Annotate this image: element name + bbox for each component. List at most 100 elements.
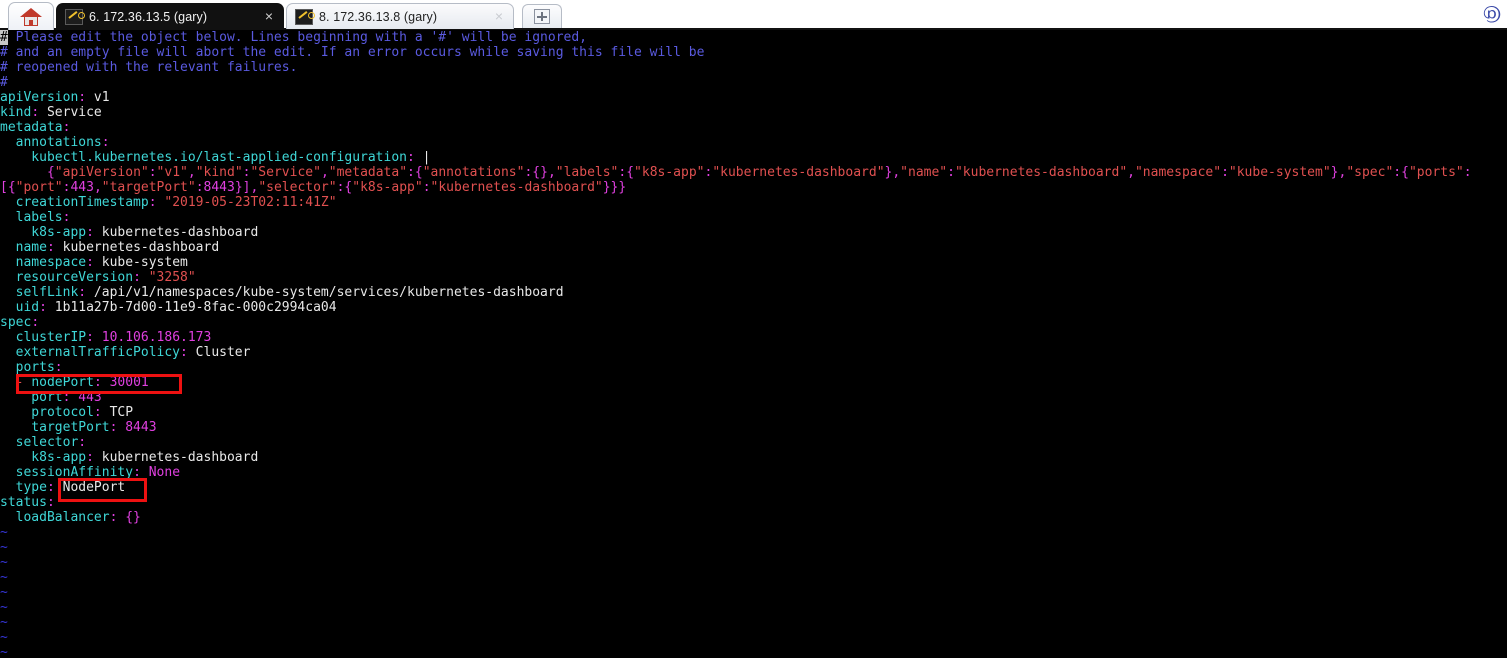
text-span: apiVersion [0, 90, 79, 105]
editor-line: # Please edit the object below. Lines be… [0, 30, 587, 45]
text-span: { [46, 165, 55, 180]
vim-tilde-line: ~ [0, 555, 8, 570]
tab-session-2[interactable]: 8. 172.36.13.8 (gary) × [286, 3, 514, 29]
tab-title: 6. 172.36.13.5 (gary) [89, 9, 208, 24]
text-span: 10.106.186.173 [101, 330, 212, 345]
text-span: | [414, 150, 431, 165]
editor-line: metadata: [0, 120, 70, 135]
close-icon[interactable]: × [265, 8, 273, 24]
text-span: port [0, 390, 63, 405]
editor-line: type: NodePort [0, 480, 126, 495]
text-span: : [947, 165, 955, 180]
text-span: # [0, 75, 8, 90]
vim-tilde-line: ~ [0, 525, 8, 540]
text-span: clusterIP [0, 330, 87, 345]
text-span: "Service" [250, 165, 321, 180]
text-span: # [0, 30, 8, 45]
tab-title: 8. 172.36.13.8 (gary) [319, 9, 438, 24]
editor-line: [{"port":443,"targetPort":8443}],"select… [0, 180, 626, 195]
text-span: "spec" [1346, 165, 1394, 180]
text-span: : [1463, 165, 1472, 180]
text-span: # reopened with the relevant failures. [0, 60, 298, 75]
text-span: k8s-app [0, 450, 87, 465]
text-span: kind [0, 105, 32, 120]
text-span [141, 270, 149, 285]
text-span: : [78, 90, 87, 105]
home-icon [20, 7, 42, 27]
text-span: "kubernetes-dashboard" [954, 165, 1128, 180]
vim-tilde-line: ~ [0, 570, 8, 585]
editor-line: creationTimestamp: "2019-05-23T02:11:41Z… [0, 195, 337, 210]
text-span: {} [532, 165, 548, 180]
editor-line: kind: Service [0, 105, 102, 120]
text-span: { [626, 165, 635, 180]
text-span: "labels" [555, 165, 619, 180]
text-span: selfLink [0, 285, 79, 300]
editor-line: name: kubernetes-dashboard [0, 240, 220, 255]
vim-tilde-line: ~ [0, 540, 8, 555]
text-span: 30001 [109, 375, 149, 390]
editor-line: {"apiVersion":"v1","kind":"Service","met… [0, 165, 1472, 180]
text-span: "kubernetes-dashboard" [712, 165, 885, 180]
text-span: : [422, 180, 431, 195]
editor-line: loadBalancer: {} [0, 510, 141, 525]
text-span: externalTrafficPolicy [0, 345, 181, 360]
text-span: loadBalancer [0, 510, 110, 525]
editor-line: ports: [0, 360, 63, 375]
text-span: 443 [78, 390, 102, 405]
text-span: "port" [15, 180, 63, 195]
editor-line: namespace: kube-system [0, 255, 188, 270]
text-span: # and an empty file will abort the edit.… [0, 45, 705, 60]
text-span: : [62, 120, 71, 135]
editor-line: selfLink: /api/v1/namespaces/kube-system… [0, 285, 564, 300]
text-span: "kube-system" [1228, 165, 1331, 180]
new-tab-button[interactable] [522, 4, 562, 28]
text-span: kubectl.kubernetes.io/last-applied-confi… [0, 150, 407, 165]
editor-line: # reopened with the relevant failures. [0, 60, 297, 75]
vim-tilde-line: ~ [0, 615, 8, 630]
text-span: : [46, 480, 55, 495]
text-span: "annotations" [422, 165, 525, 180]
editor-line: labels: [0, 210, 71, 225]
text-span: {} [125, 510, 141, 525]
text-span: 443 [70, 180, 94, 195]
editor-line: annotations: [0, 135, 110, 150]
text-span: targetPort [0, 420, 110, 435]
close-icon[interactable]: × [495, 8, 503, 24]
text-span: 8443 [125, 420, 157, 435]
text-span: : [407, 150, 415, 165]
text-span: Please edit the object below. Lines begi… [7, 30, 588, 45]
text-span: labels [0, 210, 63, 225]
text-span: }}} [602, 180, 627, 195]
text-span: "apiVersion" [54, 165, 149, 180]
editor-line: selector: [0, 435, 86, 450]
text-span: kubernetes-dashboard [93, 225, 259, 240]
text-span: selector [0, 435, 79, 450]
tab-session-1[interactable]: 6. 172.36.13.5 (gary) × [56, 3, 284, 29]
text-span: v1 [86, 90, 110, 105]
editor-line: # and an empty file will abort the edit.… [0, 45, 704, 60]
text-span: "targetPort" [101, 180, 196, 195]
text-span: : [86, 450, 94, 465]
text-span: /api/v1/namespaces/kube-system/services/… [86, 285, 564, 300]
text-span: k8s-app [0, 225, 87, 240]
text-span: None [148, 465, 181, 480]
text-span: "kubernetes-dashboard" [430, 180, 603, 195]
editor-line: externalTrafficPolicy: Cluster [0, 345, 251, 360]
terminal-screen[interactable]: # Please edit the object below. Lines be… [0, 30, 1507, 658]
editor-line: - nodePort: 30001 [0, 375, 149, 390]
text-span: : [86, 330, 94, 345]
text-span: : [86, 225, 94, 240]
text-span: : [54, 360, 63, 375]
home-tab[interactable] [8, 2, 54, 30]
text-span: , [93, 180, 102, 195]
text-span: "ports" [1408, 165, 1464, 180]
text-span: ports [0, 360, 55, 375]
text-span: creationTimestamp [0, 195, 149, 210]
terminal-tab-bar: 6. 172.36.13.5 (gary) × 8. 172.36.13.8 (… [0, 0, 1507, 30]
text-span: : [78, 435, 87, 450]
vim-tilde-line: ~ [0, 600, 8, 615]
text-span: , [187, 165, 196, 180]
text-span: Service [39, 105, 102, 120]
text-span: : [86, 255, 94, 270]
